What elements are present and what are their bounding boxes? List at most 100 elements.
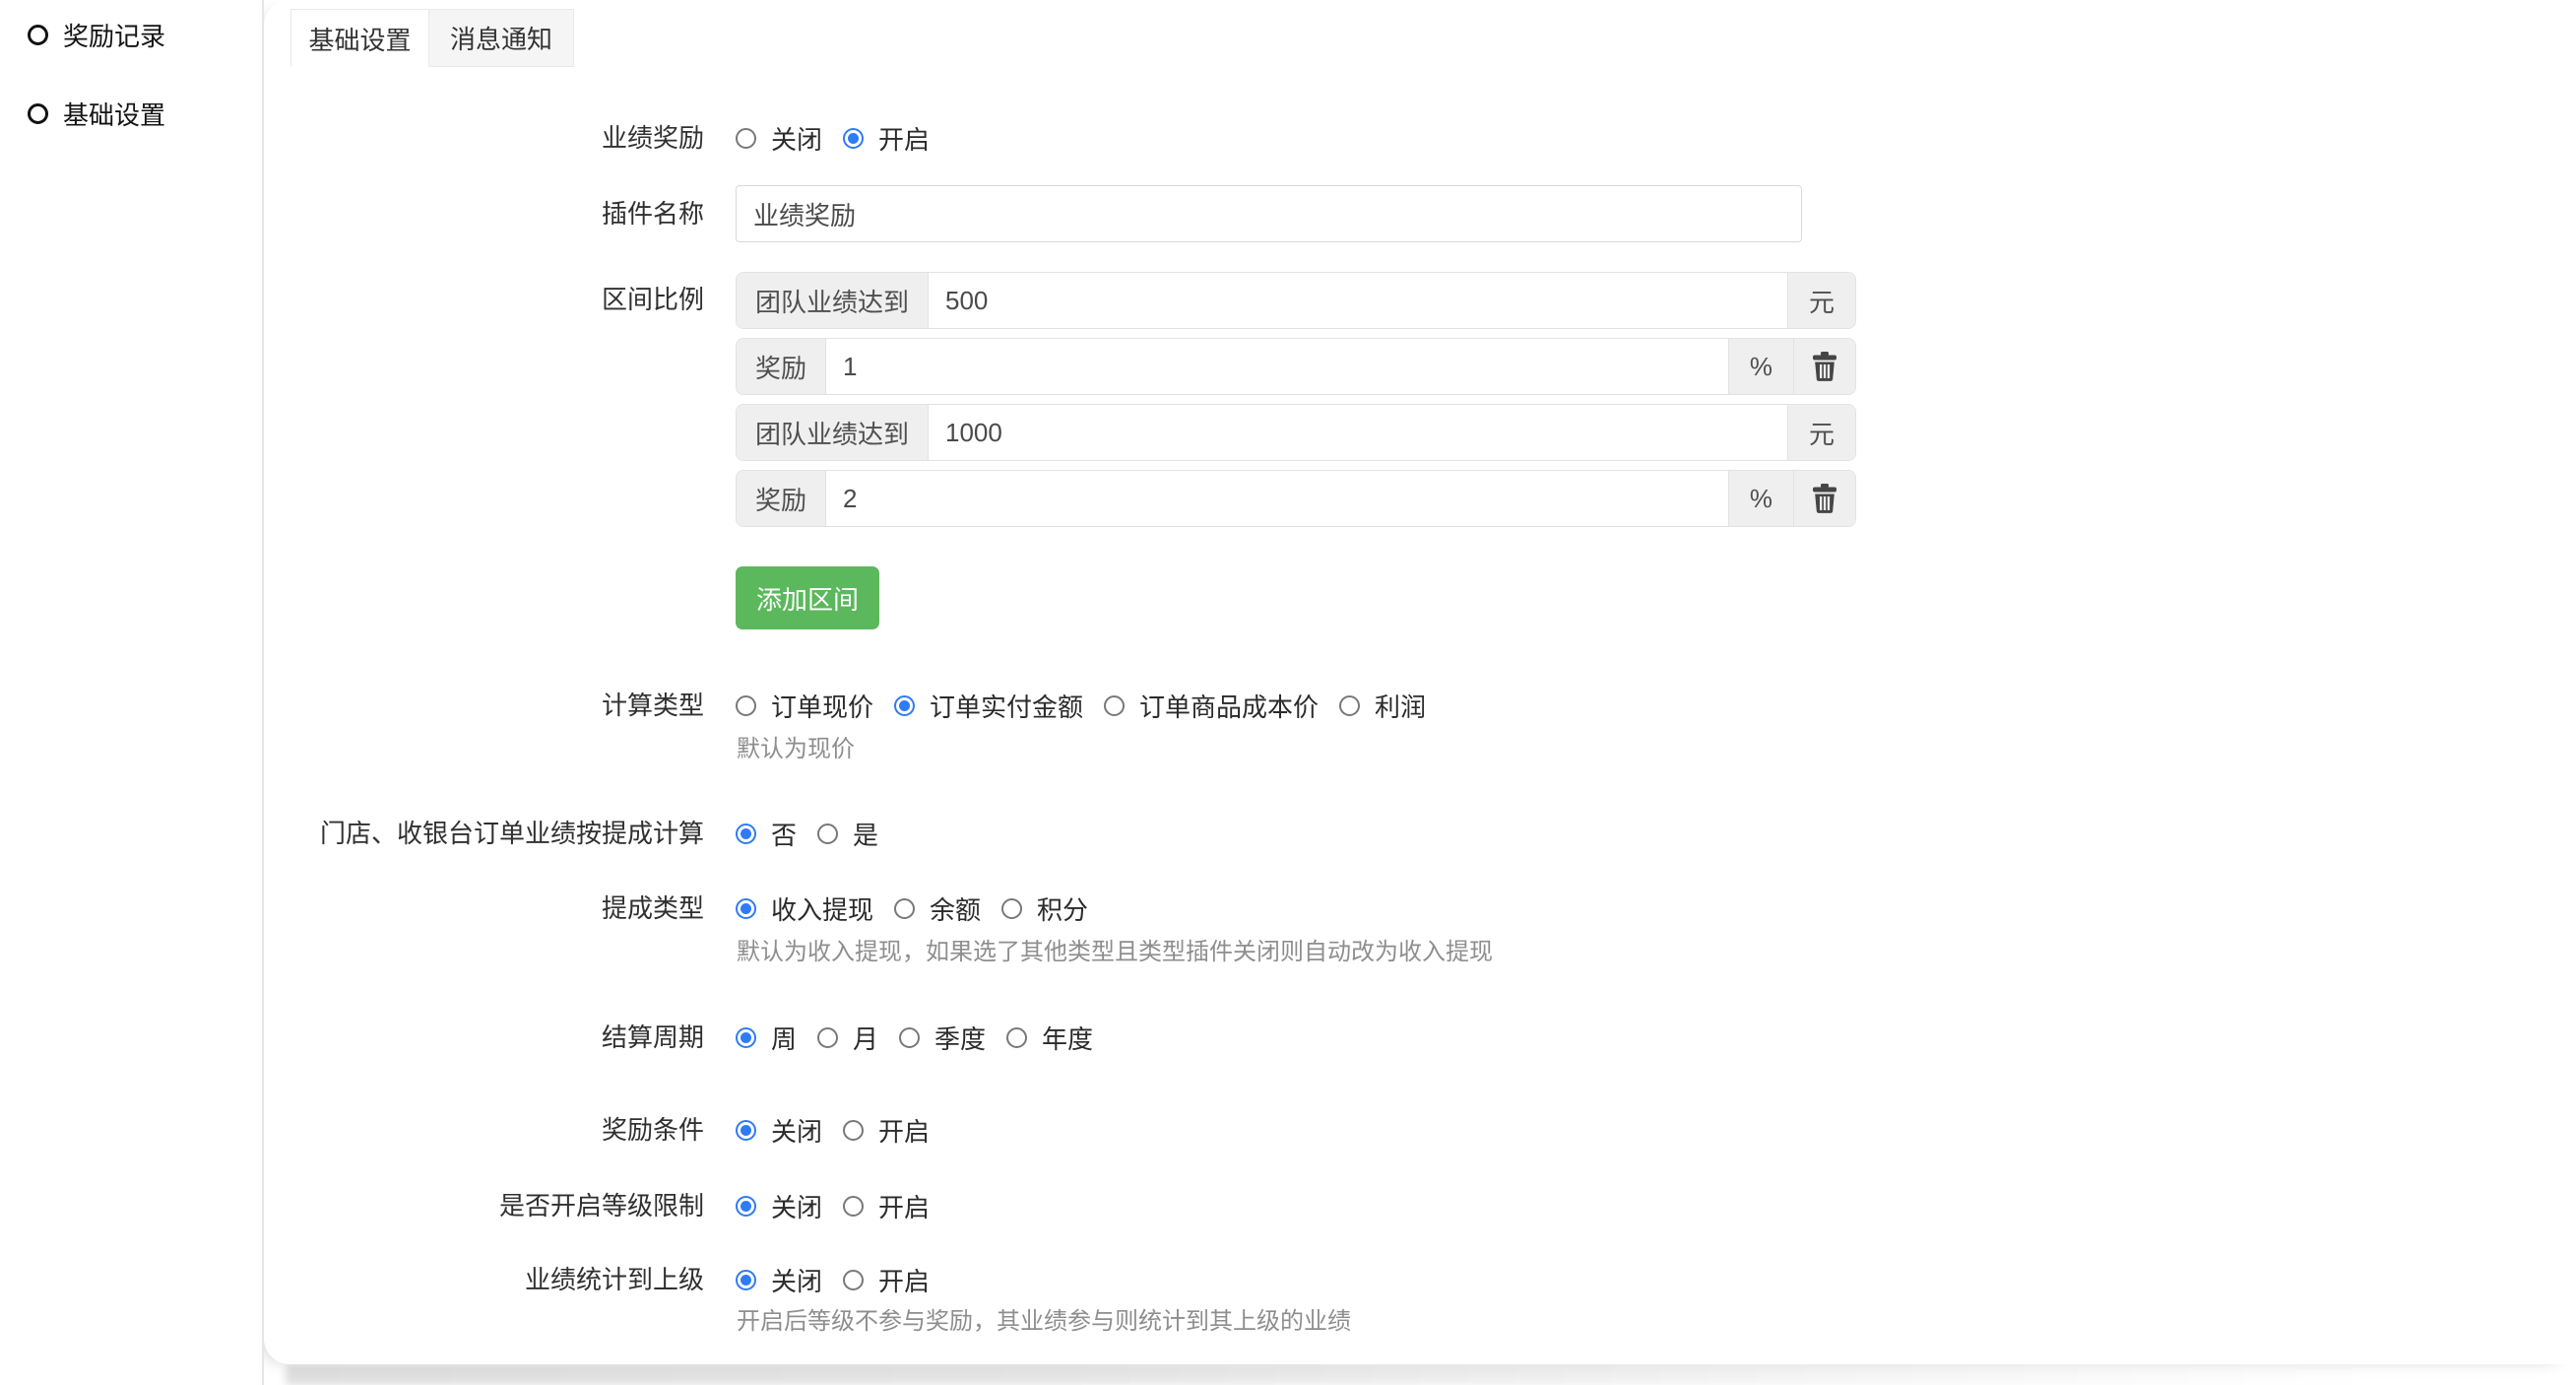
radio-icon[interactable]	[843, 1120, 864, 1141]
delete-interval-button[interactable]	[1793, 471, 1855, 526]
radio-label: 订单现价	[771, 688, 873, 724]
field-label-interval-ratio: 区间比例	[295, 270, 704, 329]
radio-option[interactable]: 周	[736, 1020, 797, 1056]
radio-option[interactable]: 收入提现	[736, 890, 873, 927]
radio-icon[interactable]	[1339, 695, 1360, 716]
input-suffix-addon: %	[1728, 339, 1793, 394]
radio-option-on[interactable]: 开启	[843, 120, 930, 157]
tab-message-notify[interactable]: 消息通知	[429, 9, 574, 67]
calc-type-radio-group: 订单现价 订单实付金额 订单商品成本价 利润	[736, 676, 1447, 735]
sidebar: 奖励记录 基础设置	[0, 0, 264, 1385]
radio-icon[interactable]	[736, 1270, 756, 1290]
radio-icon[interactable]	[1001, 898, 1022, 919]
field-label-settlement-cycle: 结算周期	[295, 1008, 704, 1067]
radio-icon[interactable]	[894, 695, 915, 716]
radio-option[interactable]: 积分	[1001, 890, 1088, 927]
radio-label: 开启	[878, 1262, 930, 1298]
interval-amount-input[interactable]	[929, 273, 1787, 328]
radio-label: 积分	[1037, 890, 1088, 927]
plugin-name-input[interactable]	[736, 185, 1802, 242]
level-limit-radio-group: 关闭 开启	[736, 1176, 950, 1235]
radio-label: 季度	[934, 1020, 986, 1056]
radio-label: 周	[771, 1020, 797, 1056]
delete-interval-button[interactable]	[1793, 339, 1855, 394]
radio-option[interactable]: 订单实付金额	[894, 688, 1083, 724]
field-label-reward-condition: 奖励条件	[295, 1100, 704, 1159]
field-label-plugin-name: 插件名称	[295, 184, 704, 243]
radio-icon[interactable]	[736, 1120, 756, 1141]
sidebar-item-basic-settings[interactable]: 基础设置	[28, 94, 165, 133]
field-label-commission-type: 提成类型	[295, 879, 704, 938]
field-label-stats-to-superior: 业绩统计到上级	[295, 1250, 704, 1309]
radio-option[interactable]: 余额	[894, 890, 981, 927]
radio-label: 开启	[878, 1188, 930, 1224]
field-label-level-limit: 是否开启等级限制	[295, 1176, 704, 1235]
radio-label: 关闭	[771, 120, 822, 157]
interval-row: 奖励 %	[736, 470, 1856, 527]
performance-reward-radio-group: 关闭 开启	[736, 108, 950, 167]
radio-icon[interactable]	[736, 1196, 756, 1217]
radio-option-yes[interactable]: 是	[817, 816, 878, 852]
radio-label: 开启	[878, 1112, 930, 1149]
interval-row: 奖励 %	[736, 338, 1856, 395]
radio-option[interactable]: 月	[817, 1020, 878, 1056]
radio-option-off[interactable]: 关闭	[736, 1188, 822, 1224]
radio-label: 订单商品成本价	[1139, 688, 1319, 724]
radio-option[interactable]: 利润	[1339, 688, 1426, 724]
radio-icon[interactable]	[817, 1027, 838, 1048]
radio-icon[interactable]	[736, 824, 756, 844]
tab-basic-settings[interactable]: 基础设置	[290, 9, 429, 67]
radio-icon[interactable]	[843, 1270, 864, 1290]
interval-row: 团队业绩达到 元	[736, 272, 1856, 329]
sidebar-item-label: 基础设置	[63, 96, 165, 132]
radio-icon[interactable]	[843, 1196, 864, 1217]
input-suffix-addon: 元	[1787, 273, 1855, 328]
radio-icon[interactable]	[817, 824, 838, 844]
radio-label: 关闭	[771, 1262, 822, 1298]
add-interval-button[interactable]: 添加区间	[736, 566, 879, 629]
radio-label: 余额	[930, 890, 981, 927]
radio-option[interactable]: 季度	[899, 1020, 986, 1056]
radio-option-no[interactable]: 否	[736, 816, 797, 852]
interval-percent-input[interactable]	[826, 471, 1728, 526]
field-label-performance-reward: 业绩奖励	[295, 108, 704, 167]
sidebar-item-reward-records[interactable]: 奖励记录	[28, 15, 165, 54]
interval-amount-input[interactable]	[929, 405, 1787, 460]
circle-icon	[28, 25, 48, 45]
radio-label: 利润	[1375, 688, 1426, 724]
radio-option-on[interactable]: 开启	[843, 1262, 930, 1298]
radio-icon[interactable]	[843, 128, 864, 149]
radio-label: 月	[853, 1020, 878, 1056]
radio-icon[interactable]	[1006, 1027, 1027, 1048]
radio-option-off[interactable]: 关闭	[736, 120, 822, 157]
radio-label: 关闭	[771, 1112, 822, 1149]
radio-icon[interactable]	[736, 898, 756, 919]
radio-label: 订单实付金额	[930, 688, 1083, 724]
radio-icon[interactable]	[736, 695, 756, 716]
radio-icon[interactable]	[736, 128, 756, 149]
radio-option-on[interactable]: 开启	[843, 1112, 930, 1149]
input-suffix-addon: %	[1728, 471, 1793, 526]
trash-icon	[1812, 352, 1837, 381]
input-suffix-addon: 元	[1787, 405, 1855, 460]
circle-icon	[28, 103, 48, 124]
radio-icon[interactable]	[1104, 695, 1125, 716]
calc-type-help-text: 默认为现价	[737, 729, 855, 763]
radio-label: 收入提现	[771, 890, 873, 927]
input-prefix-addon: 奖励	[737, 339, 826, 394]
radio-option-on[interactable]: 开启	[843, 1188, 930, 1224]
radio-option-off[interactable]: 关闭	[736, 1112, 822, 1149]
card-bottom-shadow	[286, 1364, 2491, 1385]
radio-option-off[interactable]: 关闭	[736, 1262, 822, 1298]
field-label-calc-type: 计算类型	[295, 676, 704, 735]
radio-option[interactable]: 订单商品成本价	[1104, 688, 1319, 724]
radio-icon[interactable]	[736, 1027, 756, 1048]
field-label-store-commission: 门店、收银台订单业绩按提成计算	[295, 804, 704, 863]
radio-icon[interactable]	[894, 898, 915, 919]
radio-option[interactable]: 订单现价	[736, 688, 873, 724]
radio-icon[interactable]	[899, 1027, 920, 1048]
radio-label: 否	[771, 816, 797, 852]
interval-percent-input[interactable]	[826, 339, 1728, 394]
radio-option[interactable]: 年度	[1006, 1020, 1093, 1056]
tab-bar: 基础设置 消息通知	[290, 9, 574, 67]
